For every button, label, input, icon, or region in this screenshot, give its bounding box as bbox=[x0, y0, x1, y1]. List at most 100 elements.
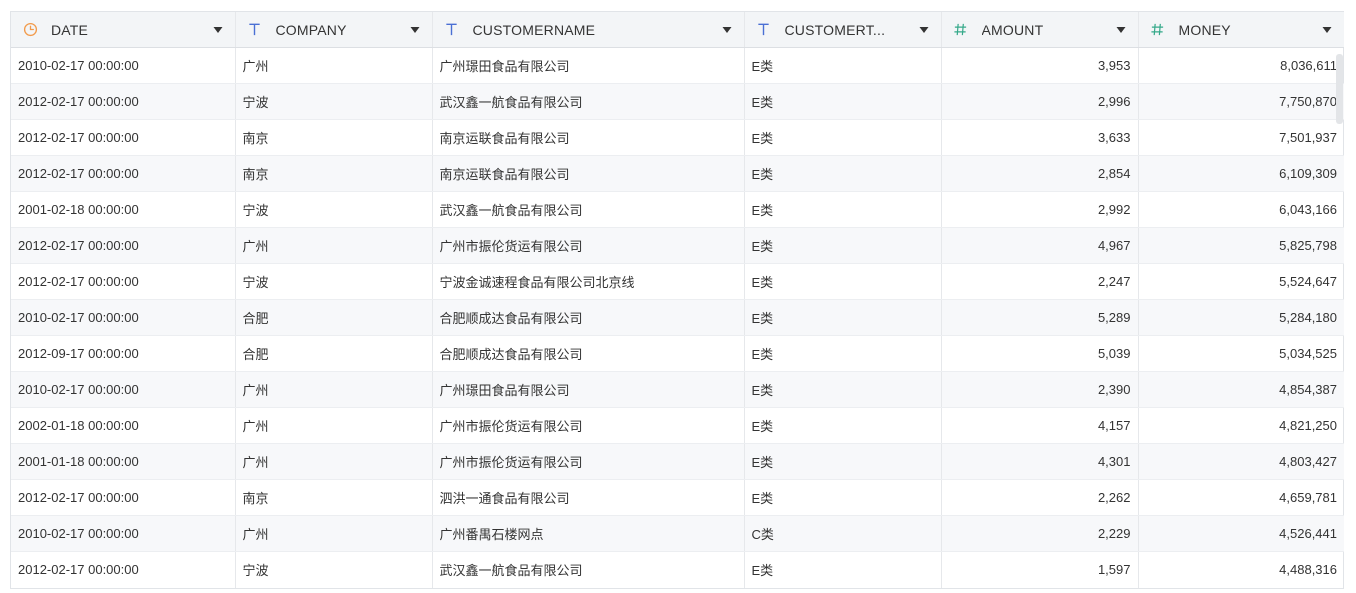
cell-company: 宁波 bbox=[235, 551, 433, 588]
cell-company: 广州 bbox=[235, 47, 433, 84]
table-row[interactable]: 2012-02-17 00:00:00 广州 广州市振伦货运有限公司 E类 4,967 5… bbox=[11, 227, 1344, 264]
cell-amount: 3,953 bbox=[941, 47, 1139, 84]
table-row[interactable]: 2010-02-17 00:00:00 合肥 合肥顺成达食品有限公司 E类 5,289 5… bbox=[11, 299, 1344, 336]
cell-company: 宁波 bbox=[235, 83, 433, 120]
cell-amount: 1,597 bbox=[941, 551, 1139, 588]
cell-customername: 广州市振伦货运有限公司 bbox=[432, 443, 745, 480]
cell-date: 2012-02-17 00:00:00 bbox=[11, 155, 236, 192]
column-header-amount[interactable]: AMOUNT bbox=[941, 12, 1139, 48]
cell-date: 2012-02-17 00:00:00 bbox=[11, 83, 236, 120]
dropdown-caret-icon[interactable] bbox=[917, 23, 931, 37]
table-row[interactable]: 2012-02-17 00:00:00 南京 泗洪一通食品有限公司 E类 2,262 4,… bbox=[11, 479, 1344, 516]
cell-customertype: E类 bbox=[744, 119, 942, 156]
table-row[interactable]: 2012-02-17 00:00:00 南京 南京运联食品有限公司 E类 3,633 7,… bbox=[11, 119, 1344, 156]
cell-customertype: E类 bbox=[744, 443, 942, 480]
cell-date: 2001-02-18 00:00:00 bbox=[11, 191, 236, 228]
cell-money: 4,488,316 bbox=[1279, 562, 1337, 578]
dropdown-caret-icon[interactable] bbox=[408, 23, 422, 37]
cell-money: 5,284,180 bbox=[1138, 299, 1344, 336]
dropdown-caret-icon[interactable] bbox=[211, 23, 225, 37]
table-row[interactable]: 2010-02-17 00:00:00 广州 广州璟田食品有限公司 E类 2,390 4,… bbox=[11, 371, 1344, 408]
table-row[interactable]: 2012-02-17 00:00:00 宁波 武汉鑫一航食品有限公司 E类 2,996 7… bbox=[11, 83, 1344, 120]
cell-amount: 2,229 bbox=[941, 515, 1139, 552]
cell-company: 广州 bbox=[235, 515, 433, 552]
cell-amount: 2,390 bbox=[941, 371, 1139, 408]
column-header-customername[interactable]: CUSTOMERNAME bbox=[432, 12, 745, 48]
cell-amount: 4,967 bbox=[941, 227, 1139, 264]
table-row[interactable]: 2010-02-17 00:00:00 广州 广州璟田食品有限公司 E类 3,953 8,… bbox=[11, 47, 1344, 84]
cell-customername: 广州璟田食品有限公司 bbox=[432, 47, 745, 84]
number-type-icon bbox=[1150, 22, 1166, 38]
data-table: DATE COMPANY CUSTOMERNAME CUSTOMERT... AMOUN… bbox=[10, 11, 1344, 589]
cell-customertype: E类 bbox=[744, 227, 942, 264]
column-header-customertype[interactable]: CUSTOMERT... bbox=[744, 12, 942, 48]
cell-customername: 武汉鑫一航食品有限公司 bbox=[432, 83, 745, 120]
cell-amount: 2,854 bbox=[941, 155, 1139, 192]
cell-company: 合肥 bbox=[235, 299, 433, 336]
cell-customertype: E类 bbox=[744, 371, 942, 408]
cell-customername: 南京运联食品有限公司 bbox=[432, 119, 745, 156]
cell-company: 合肥 bbox=[235, 335, 433, 372]
table-row[interactable]: 2010-02-17 00:00:00 广州 广州番禺石楼网点 C类 2,229 4,52… bbox=[11, 515, 1344, 552]
table-row[interactable]: 2001-02-18 00:00:00 宁波 武汉鑫一航食品有限公司 E类 2,992 6… bbox=[11, 191, 1344, 228]
cell-money: 7,750,870 bbox=[1138, 83, 1344, 120]
table-row[interactable]: 2001-01-18 00:00:00 广州 广州市振伦货运有限公司 E类 4,301 4… bbox=[11, 443, 1344, 480]
cell-amount: 4,301 bbox=[941, 443, 1139, 480]
cell-money: 5,034,525 bbox=[1138, 335, 1344, 372]
cell-money: 4,821,250 bbox=[1138, 407, 1344, 444]
cell-money: 7,501,937 bbox=[1138, 119, 1344, 156]
cell-customername: 武汉鑫一航食品有限公司 bbox=[432, 191, 745, 228]
vertical-scrollbar[interactable] bbox=[1336, 54, 1343, 124]
cell-customertype: E类 bbox=[744, 155, 942, 192]
cell-company: 广州 bbox=[235, 407, 433, 444]
cell-date: 2012-09-17 00:00:00 bbox=[11, 335, 236, 372]
cell-money: 6,109,309 bbox=[1138, 155, 1344, 192]
cell-customertype: E类 bbox=[744, 47, 942, 84]
cell-amount: 3,633 bbox=[941, 119, 1139, 156]
cell-money: 8,036,611 bbox=[1138, 47, 1344, 84]
table-row[interactable]: 2012-02-17 00:00:00 宁波 武汉鑫一航食品有限公司 E类 1,597 4… bbox=[11, 551, 1344, 588]
table-row[interactable]: 2012-02-17 00:00:00 宁波 宁波金诚速程食品有限公司北京线 E类 2,… bbox=[11, 263, 1344, 300]
cell-company: 广州 bbox=[235, 227, 433, 264]
cell-customertype: E类 bbox=[744, 479, 942, 516]
cell-date: 2002-01-18 00:00:00 bbox=[11, 407, 236, 444]
cell-customername: 广州番禺石楼网点 bbox=[432, 515, 745, 552]
column-header-company[interactable]: COMPANY bbox=[235, 12, 433, 48]
column-header-label: COMPANY bbox=[275, 21, 347, 38]
cell-customertype: E类 bbox=[744, 407, 942, 444]
number-type-icon bbox=[953, 22, 969, 38]
cell-customername: 南京运联食品有限公司 bbox=[432, 155, 745, 192]
dropdown-caret-icon[interactable] bbox=[1320, 23, 1334, 37]
cell-customertype: E类 bbox=[744, 551, 942, 588]
cell-amount: 2,996 bbox=[941, 83, 1139, 120]
cell-amount: 2,992 bbox=[941, 191, 1139, 228]
cell-date: 2012-02-17 00:00:00 bbox=[11, 479, 236, 516]
table-row[interactable]: 2002-01-18 00:00:00 广州 广州市振伦货运有限公司 E类 4,157 4… bbox=[11, 407, 1344, 444]
cell-date: 2012-02-17 00:00:00 bbox=[11, 227, 236, 264]
cell-date: 2010-02-17 00:00:00 bbox=[11, 515, 236, 552]
cell-amount: 2,247 bbox=[941, 263, 1139, 300]
cell-customername: 合肥顺成达食品有限公司 bbox=[432, 299, 745, 336]
cell-amount: 5,039 bbox=[941, 335, 1139, 372]
column-header-label: CUSTOMERNAME bbox=[472, 21, 596, 38]
cell-money: 4,526,441 bbox=[1138, 515, 1344, 552]
column-header-date[interactable]: DATE bbox=[11, 12, 236, 48]
dropdown-caret-icon[interactable] bbox=[1114, 23, 1128, 37]
table-row[interactable]: 2012-09-17 00:00:00 合肥 合肥顺成达食品有限公司 E类 5,039 5… bbox=[11, 335, 1344, 372]
cell-money: 4,854,387 bbox=[1138, 371, 1344, 408]
table-row[interactable]: 2012-02-17 00:00:00 南京 南京运联食品有限公司 E类 2,854 6,… bbox=[11, 155, 1344, 192]
cell-customername: 武汉鑫一航食品有限公司 bbox=[432, 551, 745, 588]
dropdown-caret-icon[interactable] bbox=[720, 23, 734, 37]
cell-customertype: C类 bbox=[744, 515, 942, 552]
column-header-label: DATE bbox=[51, 21, 89, 38]
cell-company: 宁波 bbox=[235, 263, 433, 300]
cell-customertype: E类 bbox=[744, 335, 942, 372]
cell-company: 南京 bbox=[235, 155, 433, 192]
cell-customername: 泗洪一通食品有限公司 bbox=[432, 479, 745, 516]
cell-date: 2012-02-17 00:00:00 bbox=[11, 263, 236, 300]
column-header-label: AMOUNT bbox=[981, 21, 1044, 38]
column-header-money[interactable]: MONEY bbox=[1138, 12, 1344, 48]
cell-company: 宁波 bbox=[235, 191, 433, 228]
cell-customername: 广州市振伦货运有限公司 bbox=[432, 227, 745, 264]
cell-date: 2001-01-18 00:00:00 bbox=[11, 443, 236, 480]
